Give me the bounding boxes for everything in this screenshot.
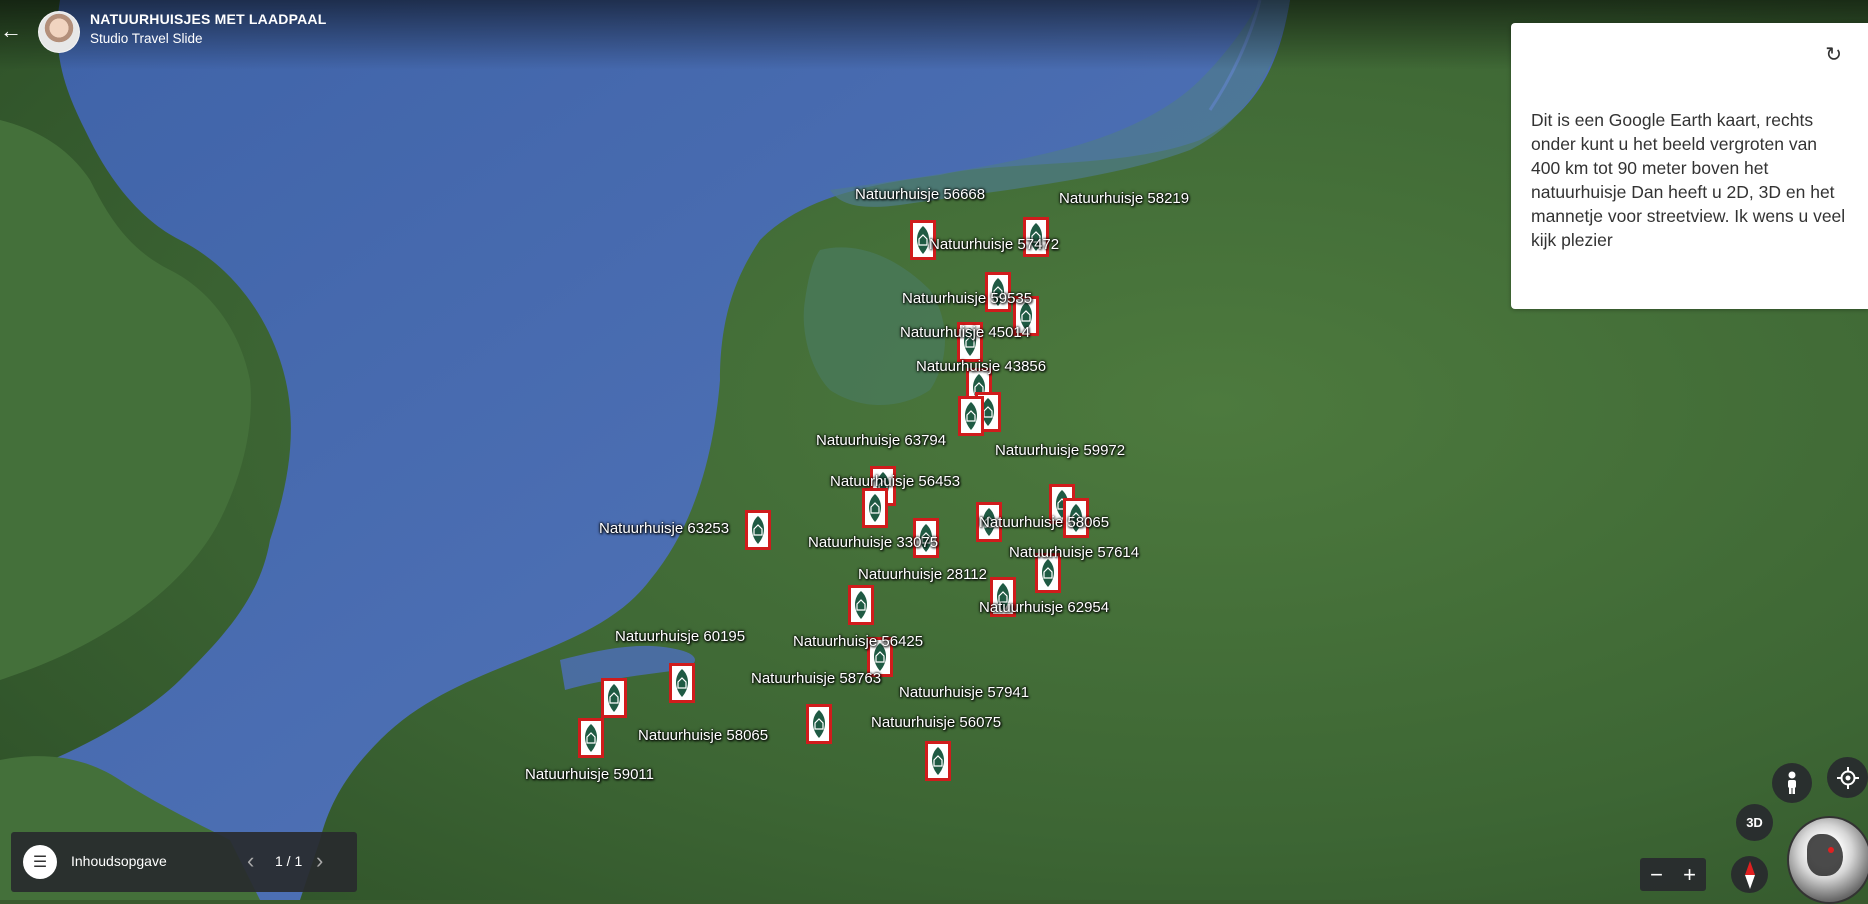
map-label: Natuurhuisje 45014 — [900, 324, 1031, 341]
compass-icon[interactable] — [1731, 856, 1768, 893]
globe-landmass — [1807, 834, 1843, 876]
arrow-left-icon[interactable]: ← — [0, 18, 22, 44]
zoom-out-button[interactable]: − — [1640, 858, 1673, 891]
map-label: Natuurhuisje 58065 — [979, 514, 1110, 531]
map-label: Natuurhuisje 56453 — [830, 473, 961, 490]
globe-location-dot — [1828, 847, 1834, 853]
map-marker[interactable] — [669, 663, 695, 703]
view-mode-toggle[interactable]: 3D — [1736, 804, 1773, 841]
chevron-left-icon[interactable]: ‹ — [247, 848, 254, 874]
page-count: 1 / 1 — [275, 853, 303, 869]
info-text: Dit is een Google Earth kaart, rechts on… — [1531, 110, 1846, 250]
map-label: Natuurhuisje 59535 — [902, 290, 1033, 307]
map-label: Natuurhuisje 62954 — [979, 599, 1110, 616]
chevron-right-icon[interactable]: › — [316, 848, 323, 874]
map-label: Natuurhuisje 57941 — [899, 684, 1030, 701]
info-panel: ↻ Dit is een Google Earth kaart, rechts … — [1511, 23, 1868, 309]
map-label: Natuurhuisje 56425 — [793, 633, 924, 650]
globe-icon[interactable] — [1787, 816, 1868, 904]
map-marker[interactable] — [745, 510, 771, 550]
leaf-house-icon — [585, 724, 597, 752]
leaf-house-icon — [869, 494, 881, 522]
leaf-house-icon — [1042, 559, 1054, 587]
toc-label[interactable]: Inhoudsopgave — [71, 853, 167, 869]
map-label: Natuurhuisje 28112 — [858, 566, 987, 583]
map-marker[interactable] — [862, 488, 888, 528]
refresh-icon[interactable]: ↻ — [1825, 42, 1842, 67]
leaf-house-icon — [813, 710, 825, 738]
avatar-icon[interactable] — [38, 11, 80, 53]
map-marker[interactable] — [806, 704, 832, 744]
project-title: NATUURHUISJES MET LAADPAAL — [90, 11, 327, 27]
map-marker[interactable] — [601, 678, 627, 718]
map-label: Natuurhuisje 57614 — [1009, 544, 1140, 561]
leaf-house-icon — [752, 516, 764, 544]
map-label: Natuurhuisje 57472 — [929, 236, 1060, 253]
map-label: Natuurhuisje 56075 — [871, 714, 1002, 731]
leaf-house-icon — [676, 669, 688, 697]
map-label: Natuurhuisje 63253 — [599, 520, 730, 537]
leaf-house-icon — [932, 747, 944, 775]
map-label: Natuurhuisje 60195 — [615, 628, 746, 645]
map-label: Natuurhuisje 33075 — [808, 534, 939, 551]
map-label: Natuurhuisje 63794 — [816, 432, 947, 449]
map-marker[interactable] — [925, 741, 951, 781]
leaf-house-icon — [965, 402, 977, 430]
pegman-icon[interactable] — [1772, 763, 1812, 803]
leaf-house-icon — [855, 591, 867, 619]
map-marker[interactable] — [848, 585, 874, 625]
map-marker[interactable] — [578, 718, 604, 758]
project-subtitle: Studio Travel Slide — [90, 31, 203, 46]
map-marker[interactable] — [958, 396, 984, 436]
list-icon[interactable]: ☰ — [23, 845, 57, 879]
map-label: Natuurhuisje 56668 — [855, 186, 986, 203]
map-label: Natuurhuisje 58219 — [1059, 190, 1190, 207]
story-navigator: ☰ Inhoudsopgave ‹ 1 / 1 › — [11, 832, 357, 892]
map-label: Natuurhuisje 59972 — [995, 442, 1126, 459]
map-label: Natuurhuisje 43856 — [916, 358, 1047, 375]
map-label: Natuurhuisje 58065 — [638, 727, 769, 744]
zoom-in-button[interactable]: + — [1673, 858, 1706, 891]
leaf-house-icon — [608, 684, 620, 712]
map-label: Natuurhuisje 58763 — [751, 670, 882, 687]
locate-icon[interactable] — [1827, 757, 1868, 798]
map-label: Natuurhuisje 59011 — [525, 766, 654, 783]
